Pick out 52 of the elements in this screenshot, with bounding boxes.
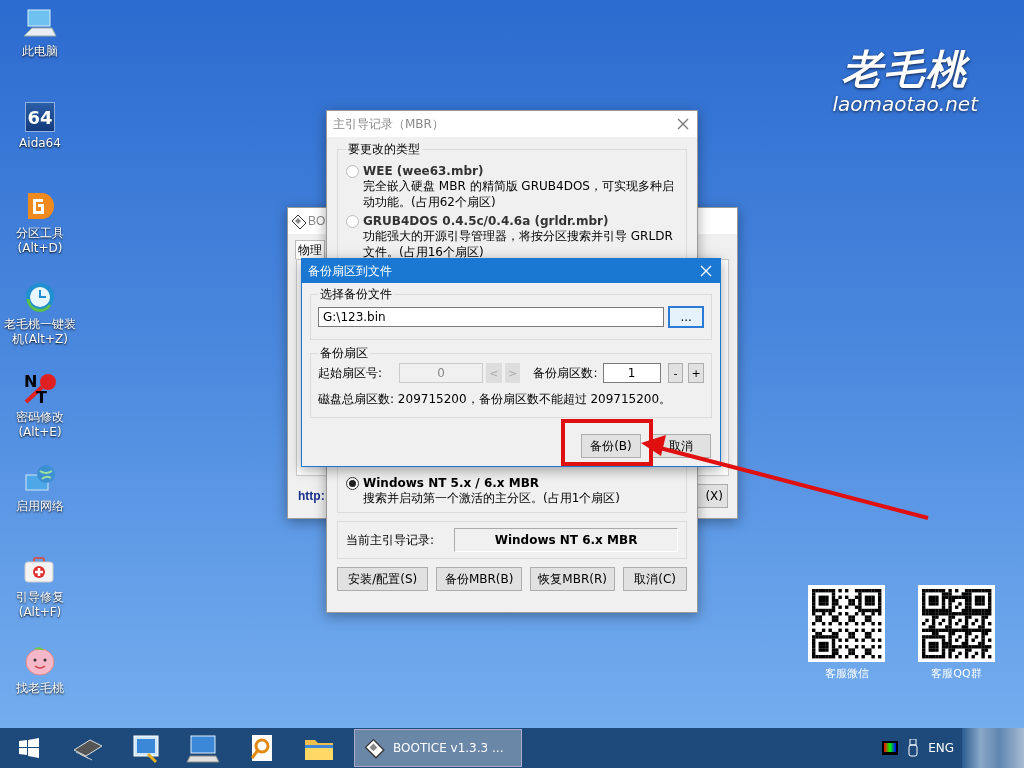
start-sector-label: 起始扇区号: — [318, 364, 383, 382]
window-title: BO — [308, 214, 326, 228]
dialog-button[interactable]: 备份MBR(B) — [436, 567, 522, 591]
sector-count-field[interactable]: 1 — [602, 363, 661, 383]
radio-button[interactable] — [346, 214, 359, 228]
usb-icon[interactable] — [908, 739, 919, 757]
window-title: 备份扇区到文件 — [308, 262, 393, 280]
file-path-field[interactable]: G:\123.bin — [318, 307, 665, 327]
taskbar-task[interactable]: BOOTICE v1.3.3 ... — [354, 729, 522, 767]
window-title: 主引导记录（MBR） — [333, 115, 445, 133]
sector-count-label: 备份扇区数: — [533, 364, 598, 382]
color-display-icon[interactable] — [882, 741, 899, 755]
computer-icon[interactable] — [22, 8, 58, 40]
keyboard-monitor-icon[interactable] — [186, 732, 220, 764]
option-description: 完全嵌入硬盘 MBR 的精简版 GRUB4DOS，可实现多种启动功能。(占用62个扇区) — [363, 178, 675, 210]
task-title: BOOTICE v1.3.3 ... — [393, 741, 504, 755]
option-description: 搜索并启动第一个激活的主分区。(占用1个扇区) — [363, 490, 621, 506]
option-label[interactable]: WEE (wee63.mbr) — [363, 164, 484, 178]
desktop-icon-label[interactable]: 分区工具 (Alt+D) — [2, 226, 78, 256]
app-tile-icon[interactable]: 64 — [25, 102, 55, 132]
windows-start-icon[interactable] — [19, 738, 39, 758]
pixelated-area — [962, 728, 1024, 768]
desktop-icon-label[interactable]: Aida64 — [2, 136, 78, 151]
desktop-icon-label[interactable]: 此电脑 — [2, 44, 78, 59]
dialog-button[interactable]: 恢复MBR(R) — [529, 567, 616, 591]
qr-caption: 客服QQ群 — [931, 666, 982, 681]
decrement-button[interactable]: - — [667, 363, 684, 383]
qr-caption: 客服微信 — [824, 666, 869, 681]
group-label: 备份扇区 — [319, 346, 369, 360]
language-indicator[interactable]: ENG — [928, 741, 954, 755]
option-label[interactable]: Windows NT 5.x / 6.x MBR — [363, 476, 540, 490]
exit-button[interactable]: (X) — [697, 484, 728, 508]
radio-button[interactable] — [346, 476, 359, 490]
radio-button[interactable] — [346, 164, 359, 178]
logo-site: laomaotao.net — [832, 92, 978, 116]
browse-button[interactable]: ... — [668, 306, 704, 328]
link[interactable]: http: — [298, 489, 325, 503]
tab[interactable]: 物理 — [295, 240, 325, 259]
group-label: 要更改的类型 — [347, 141, 421, 158]
dialog-button[interactable]: 安装/配置(S) — [337, 567, 429, 591]
current-mbr-label: 当前主引导记录: — [346, 531, 435, 549]
increment-button[interactable]: + — [688, 363, 704, 383]
current-mbr-value: Windows NT 6.x MBR — [454, 528, 678, 552]
option-description: 功能强大的开源引导管理器，将按分区搜索并引导 GRLDR 文件。(占用16个扇区) — [363, 228, 674, 260]
close-icon[interactable] — [677, 118, 689, 130]
dialog-button[interactable]: 备份(B) — [581, 434, 641, 458]
desktop-icon-label[interactable]: 老毛桃一键装机(Alt+Z) — [2, 317, 78, 347]
sector-info-text: 磁盘总扇区数: 209715200，备份扇区数不能超过 209715200。 — [318, 391, 673, 408]
group-label: 选择备份文件 — [319, 287, 393, 301]
dialog-button[interactable]: 取消(C) — [623, 567, 687, 591]
option-label[interactable]: GRUB4DOS 0.4.5c/0.4.6a (grldr.mbr) — [363, 214, 609, 228]
logo-mark: 老毛桃 — [842, 46, 969, 92]
